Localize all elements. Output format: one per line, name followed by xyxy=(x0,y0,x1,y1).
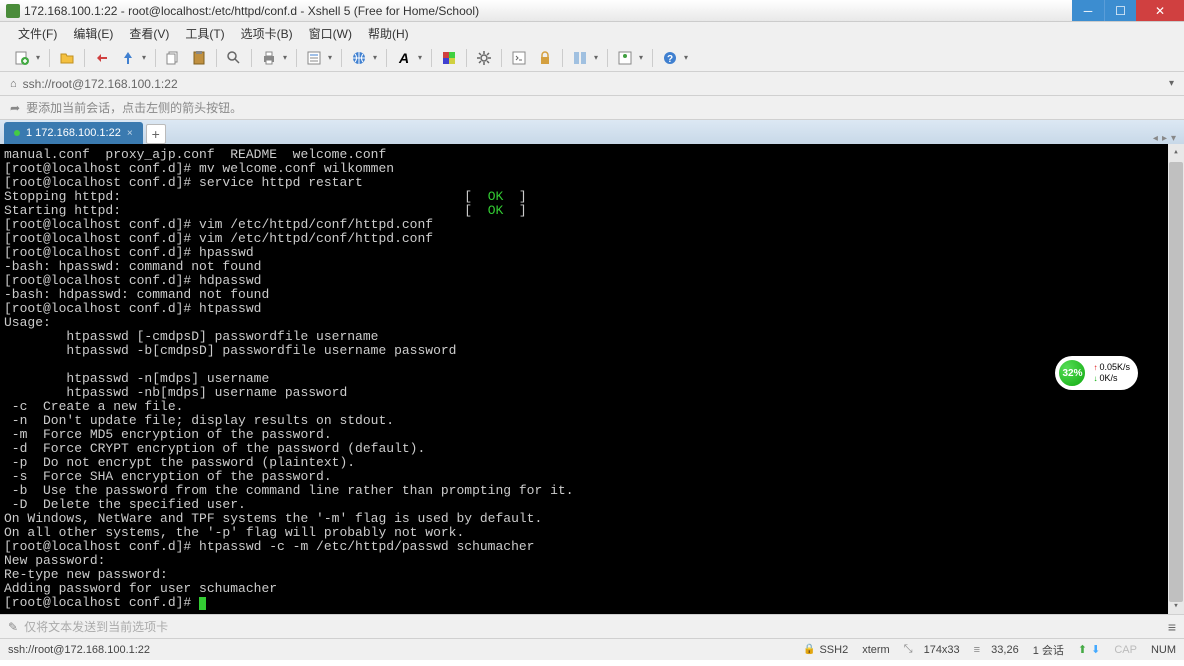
status-dot-icon xyxy=(14,130,20,136)
font-button[interactable]: A xyxy=(392,47,416,69)
close-tab-icon[interactable]: × xyxy=(127,128,133,139)
dropdown-icon[interactable]: ▾ xyxy=(373,53,381,62)
status-cap: CAP xyxy=(1114,644,1137,656)
hint-text: 要添加当前会话，点击左侧的箭头按钮。 xyxy=(26,99,242,116)
tab-nav: ◂ ▸ ▾ xyxy=(1153,133,1184,144)
scroll-thumb[interactable] xyxy=(1169,162,1183,602)
terminal-scrollbar[interactable]: ▴ ▾ xyxy=(1168,144,1184,614)
status-size: ⤡ 174x33 xyxy=(904,643,960,656)
session-tab[interactable]: 1 172.168.100.1:22 × xyxy=(4,122,143,144)
widget-percent: 32% xyxy=(1057,358,1087,388)
disconnect-button[interactable] xyxy=(116,47,140,69)
tab-list-icon[interactable]: ▾ xyxy=(1171,133,1176,144)
menu-tab[interactable]: 选项卡(B) xyxy=(233,22,301,45)
layout-button[interactable] xyxy=(568,47,592,69)
hint-bar: ➦ 要添加当前会话，点击左侧的箭头按钮。 xyxy=(0,96,1184,120)
maximize-button[interactable]: ☐ xyxy=(1104,0,1136,21)
compose-icon: ✎ xyxy=(8,620,18,634)
tab-label: 1 172.168.100.1:22 xyxy=(26,127,121,139)
status-protocol: 🔒SSH2 xyxy=(803,644,848,656)
address-input[interactable]: ssh://root@172.168.100.1:22 xyxy=(23,77,1163,91)
svg-text:?: ? xyxy=(667,54,673,65)
bookmark-button[interactable] xyxy=(613,47,637,69)
widget-stats: ↑0.05K/s ↓0K/s xyxy=(1093,362,1130,384)
dropdown-icon[interactable]: ▾ xyxy=(283,53,291,62)
connect-button[interactable] xyxy=(90,47,114,69)
app-icon xyxy=(6,4,20,18)
window-title: 172.168.100.1:22 - root@localhost:/etc/h… xyxy=(24,4,479,18)
properties-button[interactable] xyxy=(302,47,326,69)
status-sessions: 1 会话 xyxy=(1033,642,1064,658)
color-button[interactable] xyxy=(437,47,461,69)
status-address: ssh://root@172.168.100.1:22 xyxy=(8,644,789,656)
menu-edit[interactable]: 编辑(E) xyxy=(65,22,121,45)
tab-prev-icon[interactable]: ◂ xyxy=(1153,133,1158,144)
menu-bar: 文件(F) 编辑(E) 查看(V) 工具(T) 选项卡(B) 窗口(W) 帮助(… xyxy=(0,22,1184,44)
menu-window[interactable]: 窗口(W) xyxy=(301,22,360,45)
lock-button[interactable] xyxy=(533,47,557,69)
arrow-down-icon: ↓ xyxy=(1093,373,1097,384)
status-bar: ssh://root@172.168.100.1:22 🔒SSH2 xterm … xyxy=(0,638,1184,660)
status-cursor-pos: ≡ 33,26 xyxy=(974,644,1019,656)
dropdown-icon[interactable]: ▾ xyxy=(142,53,150,62)
status-term: xterm xyxy=(862,644,890,656)
network-widget[interactable]: 32% ↑0.05K/s ↓0K/s xyxy=(1055,356,1138,390)
copy-button[interactable] xyxy=(161,47,185,69)
address-bar: ⌂ ssh://root@172.168.100.1:22 ▾ xyxy=(0,72,1184,96)
address-dropdown-icon[interactable]: ▾ xyxy=(1169,78,1184,89)
arrow-up-icon: ↑ xyxy=(1093,362,1097,373)
paste-button[interactable] xyxy=(187,47,211,69)
dropdown-icon[interactable]: ▾ xyxy=(684,53,692,62)
toolbar: ▾ ▾ ▾ ▾ ▾ A▾ ▾ ▾ ?▾ xyxy=(0,44,1184,72)
compose-input[interactable]: 仅将文本发送到当前选项卡 xyxy=(24,618,1168,635)
new-session-button[interactable] xyxy=(10,47,34,69)
dropdown-icon[interactable]: ▾ xyxy=(36,53,44,62)
new-tab-button[interactable]: + xyxy=(146,124,166,144)
host-icon: ⌂ xyxy=(10,78,17,90)
tab-next-icon[interactable]: ▸ xyxy=(1162,133,1167,144)
dropdown-icon[interactable]: ▾ xyxy=(328,53,336,62)
print-button[interactable] xyxy=(257,47,281,69)
language-button[interactable] xyxy=(347,47,371,69)
terminal-view[interactable]: manual.conf proxy_ajp.conf README welcom… xyxy=(0,144,1184,614)
close-button[interactable]: ✕ xyxy=(1136,0,1184,21)
minimize-button[interactable]: ─ xyxy=(1072,0,1104,21)
menu-tools[interactable]: 工具(T) xyxy=(177,22,232,45)
dropdown-icon[interactable]: ▾ xyxy=(639,53,647,62)
compose-bar: ✎ 仅将文本发送到当前选项卡 ≡ xyxy=(0,614,1184,638)
lock-icon: 🔒 xyxy=(803,644,815,655)
scroll-down-icon[interactable]: ▾ xyxy=(1168,598,1184,614)
menu-file[interactable]: 文件(F) xyxy=(10,22,65,45)
find-button[interactable] xyxy=(222,47,246,69)
window-controls: ─ ☐ ✕ xyxy=(1072,0,1184,21)
menu-view[interactable]: 查看(V) xyxy=(121,22,177,45)
compose-menu-icon[interactable]: ≡ xyxy=(1168,619,1176,635)
status-num: NUM xyxy=(1151,644,1176,656)
status-traffic-icon: ⬆⬇ xyxy=(1078,643,1100,656)
dropdown-icon[interactable]: ▾ xyxy=(418,53,426,62)
help-button[interactable]: ? xyxy=(658,47,682,69)
script-button[interactable] xyxy=(507,47,531,69)
tab-bar: 1 172.168.100.1:22 × + ◂ ▸ ▾ xyxy=(0,120,1184,144)
settings-button[interactable] xyxy=(472,47,496,69)
open-button[interactable] xyxy=(55,47,79,69)
menu-help[interactable]: 帮助(H) xyxy=(360,22,417,45)
pin-icon[interactable]: ➦ xyxy=(10,101,20,115)
scroll-up-icon[interactable]: ▴ xyxy=(1168,144,1184,160)
title-bar: 172.168.100.1:22 - root@localhost:/etc/h… xyxy=(0,0,1184,22)
dropdown-icon[interactable]: ▾ xyxy=(594,53,602,62)
